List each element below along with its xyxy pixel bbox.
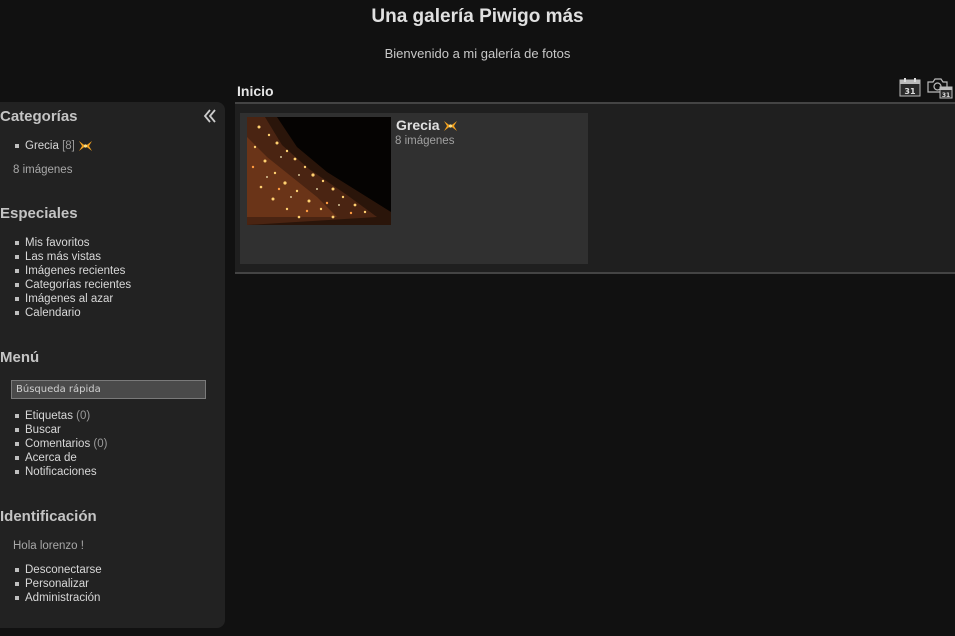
menu-item-label[interactable]: Etiquetas — [25, 410, 73, 422]
category-name[interactable]: Grecia — [396, 117, 458, 133]
category-count: [8] — [62, 140, 75, 152]
calendar-created-icon[interactable]: 31 — [899, 77, 921, 97]
category-label[interactable]: Grecia — [25, 140, 59, 152]
content-divider-bottom — [235, 272, 955, 274]
calendar-posted-icon[interactable]: 31 — [926, 75, 953, 100]
menu-item-label[interactable]: Comentarios — [25, 438, 90, 450]
site-title: Una galería Piwigo más — [371, 6, 584, 27]
category-thumbnail[interactable] — [247, 117, 391, 225]
specials-title: Especiales — [0, 205, 78, 222]
menu-item-search[interactable]: Buscar — [13, 423, 107, 437]
categories-total: 8 imágenes — [13, 164, 73, 176]
menu-item-notifications[interactable]: Notificaciones — [13, 465, 107, 479]
category-image-count: 8 imágenes — [395, 135, 455, 147]
menu-item-tags[interactable]: Etiquetas (0) — [13, 409, 107, 423]
menu-item-label[interactable]: Buscar — [25, 424, 61, 436]
menu-item-label[interactable]: Acerca de — [25, 452, 77, 464]
quick-search-input[interactable] — [11, 380, 206, 399]
identification-item-logout[interactable]: Desconectarse — [13, 563, 102, 577]
identification-list: Desconectarse Personalizar Administració… — [13, 563, 102, 605]
breadcrumb[interactable]: Inicio — [237, 83, 274, 99]
special-item-favorites[interactable]: Mis favoritos — [13, 236, 131, 250]
collapse-sidebar-icon[interactable] — [203, 108, 217, 124]
special-item-calendar[interactable]: Calendario — [13, 306, 131, 320]
new-badge-icon — [444, 121, 458, 132]
identification-title: Identificación — [0, 508, 97, 525]
menu-item-label[interactable]: Notificaciones — [25, 466, 97, 478]
menu-list: Etiquetas (0) Buscar Comentarios (0) Ace… — [13, 409, 107, 479]
site-subtitle: Bienvenido a mi galería de fotos — [384, 46, 571, 61]
menu-item-count: (0) — [76, 410, 91, 422]
menu-item-count: (0) — [93, 438, 108, 450]
identification-item-customize[interactable]: Personalizar — [13, 577, 102, 591]
greeting-text: Hola lorenzo ! — [13, 540, 84, 552]
menu-item-about[interactable]: Acerca de — [13, 451, 107, 465]
specials-list: Mis favoritos Las más vistas Imágenes re… — [13, 236, 131, 320]
menu-item-comments[interactable]: Comentarios (0) — [13, 437, 107, 451]
special-item-most-visited[interactable]: Las más vistas — [13, 250, 131, 264]
categories-title[interactable]: Categorías — [0, 108, 78, 125]
category-item-grecia[interactable]: Grecia [8] — [13, 139, 93, 153]
special-item-recent-images[interactable]: Imágenes recientes — [13, 264, 131, 278]
identification-item-admin[interactable]: Administración — [13, 591, 102, 605]
calendar-day: 31 — [942, 92, 950, 99]
categories-list: Grecia [8] — [13, 139, 93, 153]
sidebar: Categorías Grecia [8] 8 imágenes Especia… — [0, 102, 225, 628]
calendar-day: 31 — [904, 87, 916, 96]
special-item-random[interactable]: Imágenes al azar — [13, 292, 131, 306]
special-item-recent-categories[interactable]: Categorías recientes — [13, 278, 131, 292]
menu-title: Menú — [0, 349, 40, 366]
new-badge-icon — [79, 140, 93, 151]
category-name-text[interactable]: Grecia — [396, 117, 440, 133]
